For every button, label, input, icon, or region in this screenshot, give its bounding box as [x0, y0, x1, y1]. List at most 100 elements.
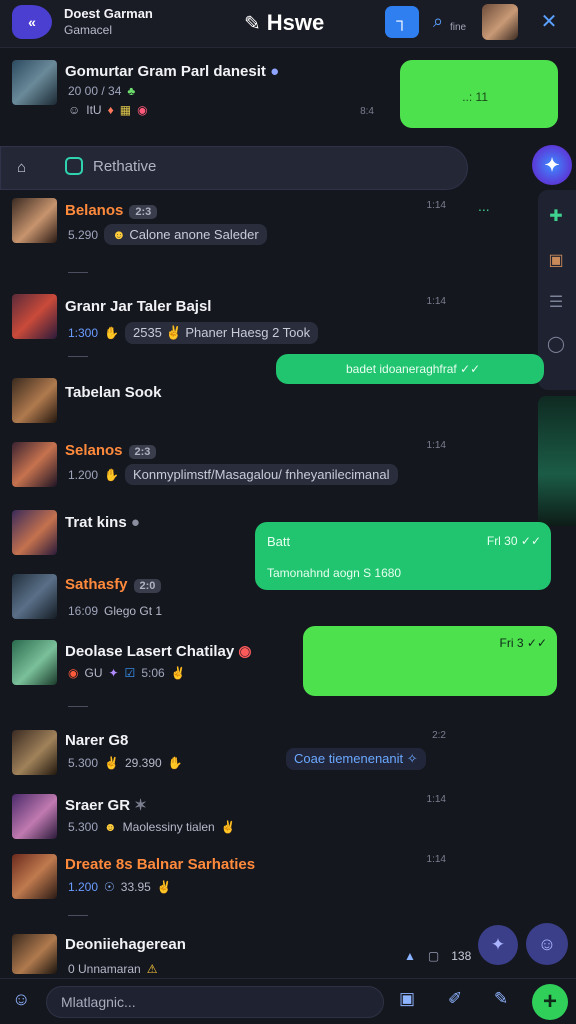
- chat-name: Trat kins ●: [65, 514, 140, 531]
- chat-meta: 5.290 ☻ Calone anone Saleder: [68, 224, 267, 245]
- group-icon: ✦: [490, 935, 506, 954]
- avatar: [12, 934, 57, 974]
- home-icon[interactable]: ⌂: [17, 159, 35, 177]
- message-bubble[interactable]: ..: 11: [400, 60, 558, 128]
- compose-icon: ┐: [396, 13, 408, 30]
- message-preview: ☻ Calone anone Saleder: [104, 224, 267, 245]
- connect-icon[interactable]: ✚: [546, 206, 566, 226]
- star-icon: ✦: [108, 666, 119, 680]
- chat-meta: 16:09 Glego Gt 1: [68, 604, 163, 618]
- chat-time: 1:14: [426, 794, 446, 805]
- tab-relative[interactable]: Rethative: [65, 157, 156, 175]
- back-button[interactable]: «: [12, 5, 52, 39]
- chat-row[interactable]: Narer G8 5.300 ✌ 29.390 ✋ Coae tiemenenanit…: [0, 726, 460, 790]
- profile-button[interactable]: ☺: [526, 923, 568, 965]
- message-preview: Coae tiemenenanit ✧: [286, 748, 426, 770]
- sticker-icon: ☺: [12, 989, 31, 1009]
- chat-row[interactable]: Sraer GR ✶ 5.300 ☻ Maolessiny tialen ✌ 1:14: [0, 790, 460, 854]
- chat-time: 2:2: [432, 730, 446, 741]
- moon-icon[interactable]: ◯: [546, 334, 566, 354]
- back-arrow-icon: «: [28, 14, 36, 30]
- brand-text: Hswe: [266, 10, 325, 35]
- chat-row[interactable]: Sathasfy 2:0 16:09 Glego Gt 1: [0, 570, 460, 634]
- verified-icon: ●: [130, 514, 140, 531]
- ai-icon: ✦: [544, 154, 560, 175]
- chat-meta: 5.300 ✌ 29.390 ✋: [68, 756, 183, 770]
- badge-icon: ◉: [137, 103, 148, 117]
- game-icon: ♦: [107, 103, 114, 117]
- thumb-icon: ✌: [170, 666, 186, 680]
- search-button[interactable]: ⌕: [427, 8, 449, 34]
- globe-icon: ☉: [104, 880, 115, 894]
- avatar: [12, 294, 57, 339]
- chat-meta: 5.300 ☻ Maolessiny tialen ✌: [68, 820, 236, 834]
- new-group-button[interactable]: ✦: [478, 925, 518, 965]
- close-icon: ✕: [540, 10, 558, 33]
- bubble-time: Frl 30 ✓✓: [486, 534, 541, 548]
- message-preview: 2535 ✌ Phaner Haesg 2 Took: [124, 322, 319, 344]
- chat-name: Sathasfy 2:0: [65, 576, 162, 593]
- chat-row[interactable]: Selanos 2:3 1.200 ✋ Konmyplimstf/Masagalou/…: [0, 436, 460, 500]
- add-button[interactable]: +: [532, 984, 568, 1020]
- game-thumbnail[interactable]: [538, 396, 576, 526]
- chat-time: 1:14: [426, 200, 446, 211]
- top-bar: « Doest Garman Gamacel ✎ Hswe ┐ ⌕ fine ✕: [0, 0, 576, 48]
- tabs-bar: ⌂ Rethative: [0, 146, 468, 190]
- pin-icon: ✶: [134, 797, 147, 814]
- pen-icon: ✎: [244, 12, 261, 35]
- avatar: [12, 510, 57, 555]
- divider: [68, 356, 88, 357]
- image-button[interactable]: ▣: [394, 989, 420, 1015]
- bubble-time: Fri 3 ✓✓: [499, 636, 547, 650]
- chat-row[interactable]: Gomurtar Gram Parl danesit ● 20 00 / 34 ♣…: [0, 56, 460, 120]
- chat-meta: 1:300 ✋ 2535 ✌ Phaner Haesg 2 Took: [68, 322, 319, 344]
- message-input[interactable]: [46, 986, 384, 1018]
- sticker-icon: ✧: [406, 751, 418, 766]
- chat-row[interactable]: Belanos 2:3 5.290 ☻ Calone anone Saleder 1…: [0, 196, 460, 260]
- warning-icon: ⚠: [146, 962, 158, 976]
- avatar: [12, 378, 57, 423]
- read-ticks-icon: ✓✓: [460, 362, 481, 376]
- hand-icon: ✋: [104, 467, 119, 482]
- image-icon[interactable]: ▣: [546, 250, 566, 270]
- chat-row[interactable]: Dreate 8s Balnar Sarhaties 1.200 ☉ 33.95 ✌ …: [0, 850, 460, 914]
- cloud-icon[interactable]: ▲: [404, 949, 416, 963]
- avatar: [12, 574, 57, 619]
- person-icon: ☺: [68, 103, 81, 117]
- chat-meta: 0 Unnamaran ⚠: [68, 962, 158, 976]
- user-icon: ☺: [537, 933, 557, 954]
- chat-name: Narer G8: [65, 732, 129, 749]
- message-bubble[interactable]: Fri 3 ✓✓: [303, 626, 557, 696]
- profile-avatar[interactable]: [482, 4, 518, 40]
- chat-meta: 1.200 ✋ Konmyplimstf/Masagalou/ fnheyanile…: [68, 464, 398, 485]
- sticker-button[interactable]: ☺: [12, 989, 36, 1013]
- chat-name: Selanos 2:3: [65, 442, 157, 459]
- chat-row[interactable]: Granr Jar Taler Bajsl 1:300 ✋ 2535 ✌ Phane…: [0, 290, 460, 354]
- close-button[interactable]: ✕: [536, 8, 562, 34]
- fire-icon: ◉: [68, 666, 79, 680]
- smile-icon: ☻: [112, 227, 126, 242]
- chat-name: Dreate 8s Balnar Sarhaties: [65, 856, 256, 873]
- attach-button[interactable]: ✐: [442, 989, 468, 1015]
- search-label: fine: [450, 22, 467, 33]
- book-icon[interactable]: ☰: [546, 292, 566, 312]
- avatar: [12, 640, 57, 685]
- plus-icon: +: [542, 988, 557, 1015]
- chat-name: Granr Jar Taler Bajsl: [65, 298, 212, 315]
- avatar: [12, 442, 57, 487]
- ai-assistant-button[interactable]: ✦: [532, 145, 572, 185]
- chat-tab-icon: [65, 157, 83, 175]
- message-preview: Konmyplimstf/Masagalou/ fnheyanilecimana…: [124, 464, 398, 485]
- chat-name: Gomurtar Gram Parl danesit ●: [65, 63, 280, 80]
- chat-name: Deolase Lasert Chatilay ◉: [65, 643, 252, 660]
- sticker-icon: ◉: [238, 643, 252, 660]
- edit-button[interactable]: ✎: [488, 989, 514, 1015]
- thumb-icon: ✌: [165, 325, 182, 340]
- new-chat-button[interactable]: ┐: [385, 6, 419, 38]
- chat-bubble-icon[interactable]: ▢: [428, 949, 439, 963]
- count-badge: 2:3: [128, 445, 157, 459]
- chat-row[interactable]: Tabelan Sook: [0, 374, 460, 438]
- chat-meta-2: ☺ ItU ♦ ▦ ◉: [68, 103, 148, 117]
- chat-name: Sraer GR ✶: [65, 797, 147, 814]
- hand-icon: ✋: [104, 326, 119, 340]
